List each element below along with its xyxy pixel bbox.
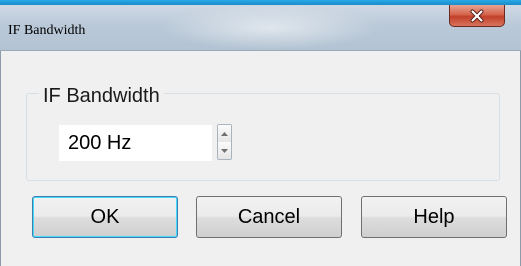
if-bandwidth-dialog: IF Bandwidth IF Bandwidth OK [0, 0, 521, 266]
spin-down-button[interactable] [218, 142, 231, 159]
title-bar-sheen [160, 5, 380, 50]
bandwidth-input[interactable] [60, 126, 208, 160]
dialog-body: IF Bandwidth OK Cancel Help [0, 51, 521, 266]
close-button[interactable] [449, 5, 505, 27]
close-icon [470, 9, 484, 22]
bandwidth-spinner [217, 124, 232, 160]
cancel-button[interactable]: Cancel [196, 196, 342, 238]
bandwidth-field[interactable] [59, 125, 212, 161]
title-bar[interactable]: IF Bandwidth [0, 5, 521, 51]
arrow-down-icon [221, 148, 228, 153]
groupbox-legend: IF Bandwidth [39, 86, 164, 106]
arrow-up-icon [221, 131, 228, 136]
ok-button[interactable]: OK [32, 196, 178, 238]
spin-up-button[interactable] [218, 125, 231, 143]
window-title: IF Bandwidth [8, 23, 86, 38]
help-button[interactable]: Help [361, 196, 507, 238]
